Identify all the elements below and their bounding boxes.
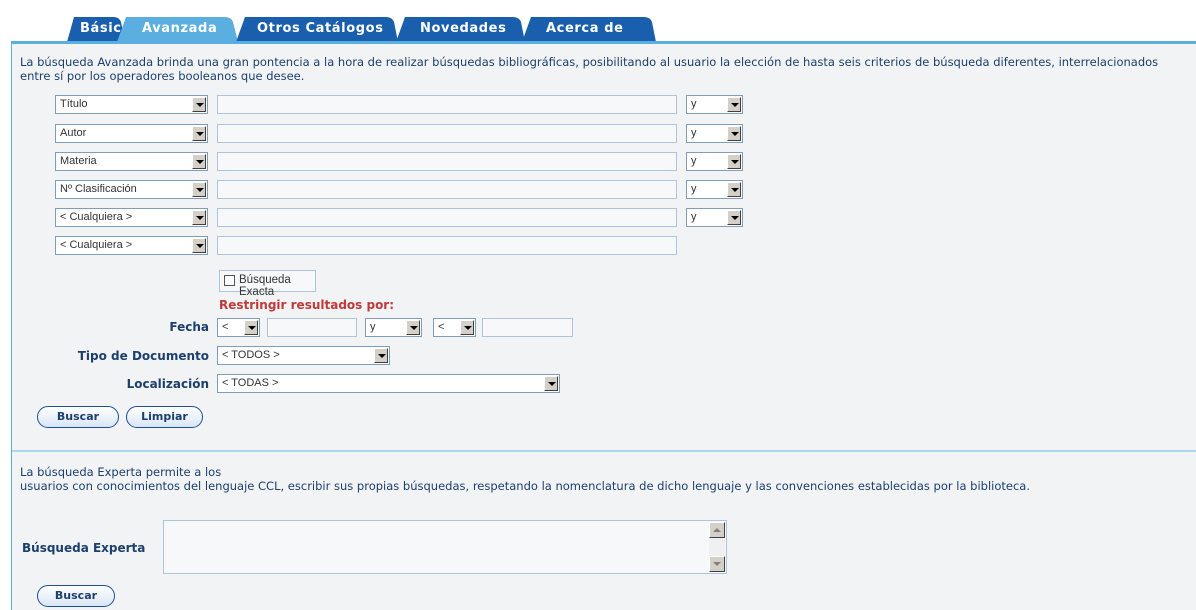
tipo-documento-select[interactable]: < TODOS > [217, 346, 390, 365]
select-value: < [222, 321, 229, 333]
dropdown-arrow-icon [727, 210, 741, 225]
select-value: Materia [60, 155, 97, 167]
tab-basica[interactable]: Básica [65, 17, 130, 42]
dropdown-arrow-icon [192, 126, 206, 141]
tab-bar: Básica Avanzada Otros Catálogos Novedade… [0, 0, 1196, 44]
dropdown-arrow-icon [244, 320, 258, 335]
expert-text-line-2: usuarios con conocimientos del lenguaje … [20, 479, 1030, 493]
dropdown-arrow-icon [727, 97, 741, 112]
criterion-field-select-3[interactable]: Materia [55, 152, 208, 171]
advanced-search-panel: La búsqueda Avanzada brinda una gran pon… [11, 44, 1196, 610]
dropdown-arrow-icon [374, 348, 388, 363]
criterion-field-select-1[interactable]: Título [55, 95, 208, 114]
criterion-field-select-5[interactable]: < Cualquiera > [55, 208, 208, 227]
intro-text: La búsqueda Avanzada brinda una gran pon… [20, 55, 1159, 83]
criterion-input-3[interactable] [217, 152, 677, 171]
expert-search-button[interactable]: Buscar [37, 585, 115, 607]
expert-search-description: La búsqueda Experta permite a los usuari… [20, 465, 1170, 493]
criterion-input-6[interactable] [217, 236, 677, 255]
dropdown-arrow-icon [192, 210, 206, 225]
scroll-up-icon[interactable] [709, 522, 725, 538]
select-value: y [691, 127, 697, 139]
dropdown-arrow-icon [460, 320, 474, 335]
fecha-input-2[interactable] [482, 318, 573, 337]
criterion-operator-select-2[interactable]: y [686, 124, 743, 143]
exact-search-label: Búsqueda Exacta [239, 274, 291, 298]
select-value: y [691, 98, 697, 110]
dropdown-arrow-icon [192, 97, 206, 112]
criterion-field-select-4[interactable]: Nº Clasificación [55, 180, 208, 199]
dropdown-arrow-icon [727, 182, 741, 197]
fecha-operator-select-1[interactable]: < [217, 318, 260, 337]
tab-avanzada[interactable]: Avanzada [117, 17, 238, 42]
criterion-field-select-6[interactable]: < Cualquiera > [55, 236, 208, 255]
criterion-input-4[interactable] [217, 180, 677, 199]
tab-acerca-de-label: Acerca de [546, 21, 624, 36]
select-value: y [691, 155, 697, 167]
criterion-operator-select-5[interactable]: y [686, 208, 743, 227]
localizacion-select[interactable]: < TODAS > [217, 374, 560, 393]
dropdown-arrow-icon [192, 238, 206, 253]
search-button[interactable]: Buscar [37, 406, 119, 428]
exact-search-checkbox[interactable] [224, 275, 235, 286]
section-divider [12, 450, 1196, 452]
dropdown-arrow-icon [727, 154, 741, 169]
select-value: < TODOS > [222, 349, 280, 361]
localizacion-label: Localización [126, 377, 209, 391]
dropdown-arrow-icon [192, 182, 206, 197]
tab-novedades[interactable]: Novedades [396, 17, 525, 42]
tipo-documento-label: Tipo de Documento [77, 349, 209, 363]
expert-search-textarea[interactable] [163, 520, 727, 574]
select-value: < [438, 321, 445, 333]
expert-search-label: Búsqueda Experta [22, 541, 146, 555]
fecha-input-1[interactable] [267, 318, 357, 337]
criterion-operator-select-1[interactable]: y [686, 95, 743, 114]
tab-novedades-label: Novedades [420, 21, 507, 36]
select-value: < TODAS > [222, 377, 279, 389]
textarea-scrollbar[interactable] [709, 522, 725, 572]
select-value: y [691, 211, 697, 223]
select-value: y [370, 321, 376, 333]
select-value: < Cualquiera > [60, 211, 133, 223]
tab-otros-catalogos[interactable]: Otros Catálogos [236, 17, 398, 42]
exact-search-option[interactable]: Búsqueda Exacta [219, 270, 316, 298]
criterion-operator-select-3[interactable]: y [686, 152, 743, 171]
tab-acerca-de[interactable]: Acerca de [522, 17, 656, 42]
select-value: Nº Clasificación [60, 183, 137, 195]
fecha-operator-select-2[interactable]: < [433, 318, 476, 337]
fecha-label: Fecha [169, 320, 209, 334]
dropdown-arrow-icon [544, 376, 558, 391]
select-value: Título [60, 98, 88, 110]
tab-avanzada-label: Avanzada [142, 21, 218, 36]
criterion-field-select-2[interactable]: Autor [55, 124, 208, 143]
fecha-conjunction-select[interactable]: y [365, 318, 422, 337]
dropdown-arrow-icon [406, 320, 420, 335]
select-value: y [691, 183, 697, 195]
select-value: Autor [60, 127, 87, 139]
dropdown-arrow-icon [192, 154, 206, 169]
criterion-input-2[interactable] [217, 124, 677, 143]
criterion-input-1[interactable] [217, 95, 677, 114]
select-value: < Cualquiera > [60, 239, 133, 251]
tab-otros-catalogos-label: Otros Catálogos [257, 21, 384, 36]
expert-text-line-1: La búsqueda Experta permite a los [20, 465, 222, 479]
dropdown-arrow-icon [727, 126, 741, 141]
scroll-down-icon[interactable] [709, 556, 725, 572]
restrict-heading: Restringir resultados por: [219, 298, 395, 312]
criterion-operator-select-4[interactable]: y [686, 180, 743, 199]
clear-button[interactable]: Limpiar [126, 406, 203, 428]
criterion-input-5[interactable] [217, 208, 677, 227]
